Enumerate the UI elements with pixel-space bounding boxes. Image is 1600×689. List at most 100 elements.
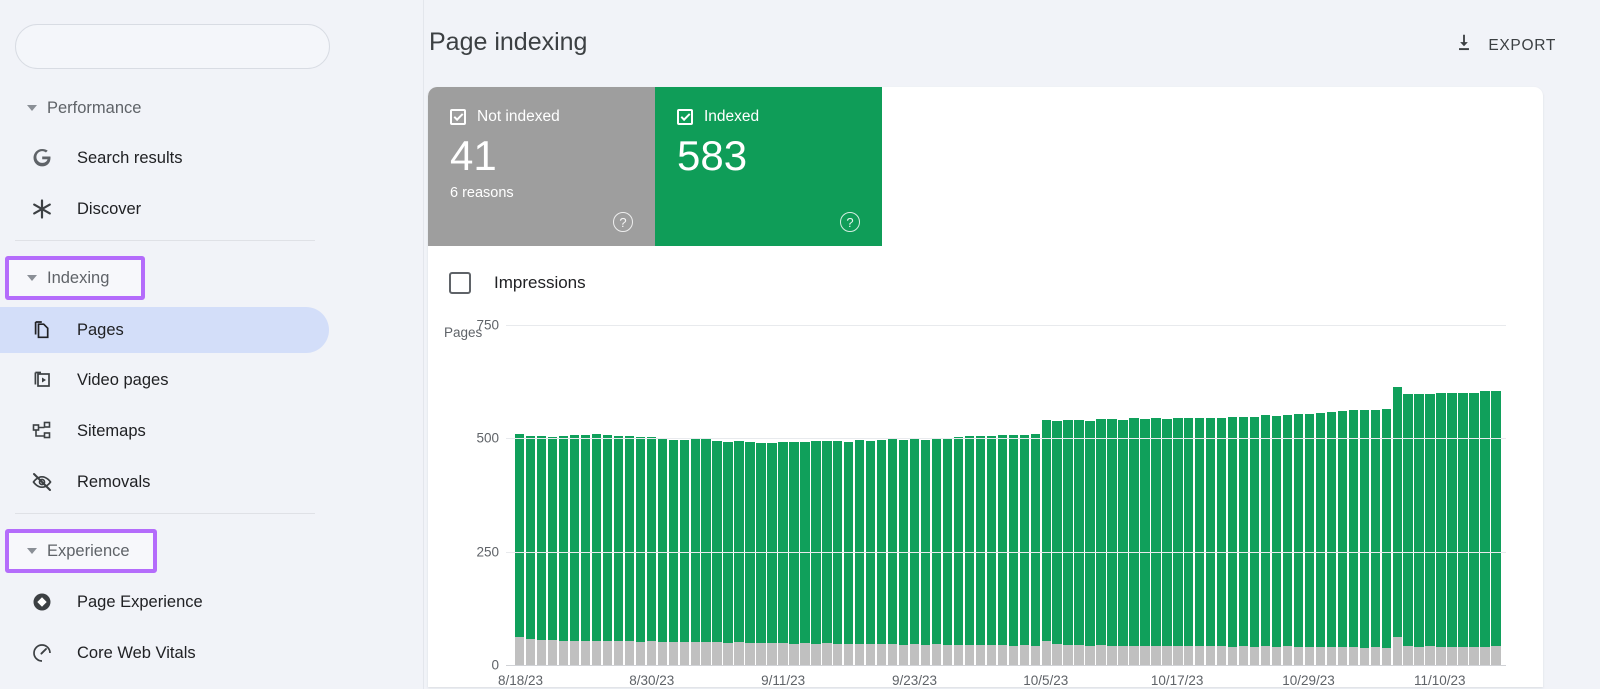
chart-bar[interactable] [1271,325,1282,665]
chart-bar[interactable] [515,325,525,665]
chart-bar[interactable] [580,325,591,665]
chart-bar[interactable] [723,325,733,665]
chart-bar[interactable] [997,325,1007,665]
chart-bar[interactable] [1074,325,1084,665]
chart-bar[interactable] [1260,325,1271,665]
chart-bar[interactable] [1293,325,1304,665]
chart-bar[interactable] [547,325,558,665]
chart-bar[interactable] [1041,325,1051,665]
chart-bar[interactable] [668,325,678,665]
chart-bar[interactable] [1425,325,1435,665]
chart-bar[interactable] [789,325,799,665]
chart-bar[interactable] [1107,325,1117,665]
sidebar-item-core-web-vitals[interactable]: Core Web Vitals [0,630,329,676]
chart-bar[interactable] [1085,325,1095,665]
chart-bar[interactable] [1436,325,1446,665]
chart-bar[interactable] [1019,325,1029,665]
chart-bar[interactable] [1096,325,1106,665]
chart-bar[interactable] [822,325,832,665]
chart-bar[interactable] [1206,325,1216,665]
chart-bar[interactable] [1195,325,1205,665]
sidebar-section-performance[interactable]: Performance [9,93,141,123]
export-button[interactable]: EXPORT [1449,26,1560,65]
checkbox-checked-icon[interactable] [450,109,466,125]
chart-bar[interactable] [778,325,788,665]
chart-bar[interactable] [734,325,744,665]
chart-bar[interactable] [1337,325,1348,665]
chart-bar[interactable] [876,325,887,665]
chart-bar[interactable] [920,325,931,665]
chart-bar[interactable] [1008,325,1018,665]
chart-bar[interactable] [701,325,711,665]
sidebar-item-discover[interactable]: Discover [0,186,329,232]
chart-bar[interactable] [712,325,722,665]
chart-bar[interactable] [1162,325,1172,665]
chart-bar[interactable] [931,325,942,665]
chart-bar[interactable] [613,325,624,665]
chart-bar[interactable] [767,325,777,665]
chart-bar[interactable] [909,325,920,665]
sidebar-section-experience[interactable]: Experience [5,529,157,573]
chart-bar[interactable] [1315,325,1326,665]
sidebar-item-removals[interactable]: Removals [0,459,329,505]
chart-bar[interactable] [1052,325,1062,665]
chart-bar[interactable] [525,325,536,665]
chart-bar[interactable] [953,325,964,665]
search-input[interactable] [15,24,330,69]
chart-bar[interactable] [1227,325,1238,665]
sidebar-item-sitemaps[interactable]: Sitemaps [0,408,329,454]
chart-bar[interactable] [1458,325,1468,665]
chart-bar[interactable] [1392,325,1402,665]
sidebar-item-page-experience[interactable]: Page Experience [0,579,329,625]
chart-bar[interactable] [624,325,635,665]
chart-bar[interactable] [1282,325,1293,665]
chart-bar[interactable] [1118,325,1128,665]
chart-bar[interactable] [1030,325,1040,665]
chart-bar[interactable] [800,325,810,665]
chart-bar[interactable] [569,325,580,665]
sidebar-item-video-pages[interactable]: Video pages [0,357,329,403]
chart-bar[interactable] [855,325,865,665]
chart-bar[interactable] [887,325,898,665]
chart-bar[interactable] [1359,325,1369,665]
chart-bar[interactable] [1348,325,1358,665]
chart-bar[interactable] [866,325,876,665]
chart-bar[interactable] [811,325,821,665]
sidebar-section-indexing[interactable]: Indexing [5,256,145,300]
chart-bar[interactable] [1326,325,1337,665]
chart-bar[interactable] [833,325,843,665]
chart-bar[interactable] [1370,325,1380,665]
chart-bar[interactable] [1491,325,1501,665]
chart-bar[interactable] [646,325,656,665]
help-icon[interactable]: ? [613,212,633,232]
chart-bar[interactable] [536,325,547,665]
chart-bar[interactable] [657,325,667,665]
sidebar-item-pages[interactable]: Pages [0,307,329,353]
chart-bar[interactable] [975,325,986,665]
chart-bar[interactable] [1238,325,1249,665]
chart-bar[interactable] [1063,325,1073,665]
chart-bar[interactable] [986,325,997,665]
chart-bar[interactable] [1129,325,1139,665]
chart-bar[interactable] [679,325,689,665]
chart-bar[interactable] [1447,325,1457,665]
chart-bar[interactable] [898,325,909,665]
chart-bar[interactable] [1480,325,1490,665]
chart-bar[interactable] [1381,325,1391,665]
sidebar-item-search-results[interactable]: Search results [0,135,329,181]
chart-bar[interactable] [690,325,700,665]
chart-bar[interactable] [1304,325,1315,665]
chart-bar[interactable] [1414,325,1424,665]
chart-bar[interactable] [942,325,953,665]
chart-bar[interactable] [844,325,854,665]
impressions-toggle[interactable]: Impressions [449,272,586,294]
chart-bar[interactable] [1249,325,1260,665]
chart-bar[interactable] [1469,325,1479,665]
help-icon[interactable]: ? [840,212,860,232]
checkbox-unchecked-icon[interactable] [449,272,471,294]
chart-bar[interactable] [756,325,766,665]
chart-bar[interactable] [591,325,602,665]
chart-bar[interactable] [1403,325,1413,665]
chart-bar[interactable] [558,325,569,665]
chart-bar[interactable] [1140,325,1150,665]
